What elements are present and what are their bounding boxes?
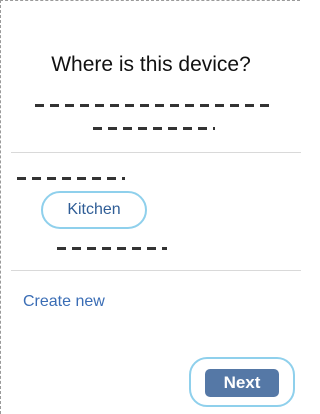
subtitle-placeholder-line-1 xyxy=(35,104,273,107)
room-chip-kitchen[interactable]: Kitchen xyxy=(47,197,141,223)
section-header-placeholder xyxy=(17,177,125,180)
next-button[interactable]: Next xyxy=(205,369,279,397)
next-button-focus-ring: Next xyxy=(189,357,295,407)
create-new-link[interactable]: Create new xyxy=(23,293,105,311)
page-title: Where is this device? xyxy=(51,53,251,76)
room-section-placeholder xyxy=(57,247,167,250)
section-divider-bottom xyxy=(11,270,301,271)
subtitle-placeholder-line-2 xyxy=(93,127,215,130)
section-divider-top xyxy=(11,152,301,153)
screen-frame: Where is this device? Kitchen Create new… xyxy=(0,0,301,414)
room-chip-focus-ring: Kitchen xyxy=(41,191,147,229)
